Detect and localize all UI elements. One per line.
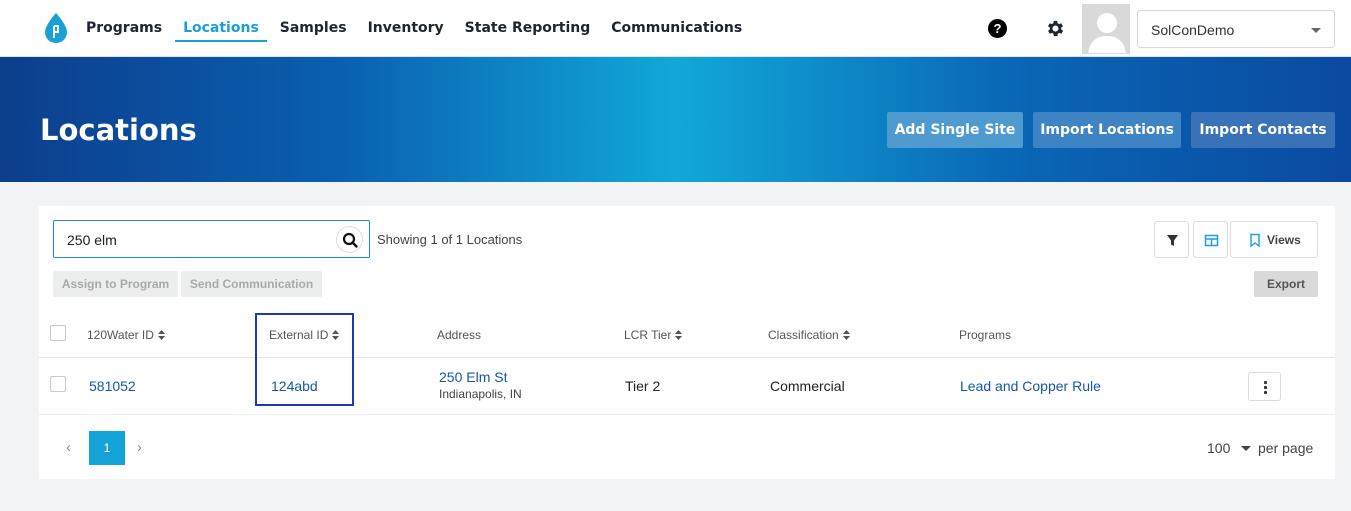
export-button[interactable]: Export	[1254, 271, 1318, 297]
program-link[interactable]: Lead and Copper Rule	[960, 378, 1101, 394]
page-title: Locations	[40, 113, 197, 147]
highlight-box	[255, 313, 354, 406]
nav-inventory[interactable]: Inventory	[368, 0, 444, 57]
select-all-checkbox[interactable]	[50, 325, 66, 341]
column-header-address: Address	[437, 328, 482, 342]
column-header-lcr-tier[interactable]: LCR Tier	[624, 328, 683, 342]
per-page-label: per page	[1258, 440, 1314, 456]
help-icon[interactable]: ?	[988, 19, 1007, 38]
gear-icon[interactable]	[1045, 18, 1066, 39]
send-communication-button[interactable]: Send Communication	[181, 271, 322, 297]
row-actions-button[interactable]	[1248, 372, 1281, 401]
search-input-value: 250 elm	[67, 232, 117, 248]
search-input[interactable]: 250 elm	[53, 220, 370, 258]
water-id-link[interactable]: 581052	[89, 378, 136, 394]
pagination-page[interactable]: 1	[89, 431, 125, 465]
address-city: Indianapolis, IN	[439, 387, 522, 401]
column-header-classification[interactable]: Classification	[768, 328, 850, 342]
import-contacts-button[interactable]: Import Contacts	[1191, 112, 1335, 148]
lcr-tier-value: Tier 2	[625, 378, 661, 394]
add-single-site-button[interactable]: Add Single Site	[887, 112, 1023, 148]
sort-icon	[675, 330, 683, 340]
main-nav: Programs Locations Samples Inventory Sta…	[86, 0, 763, 57]
address-link[interactable]: 250 Elm St	[439, 369, 507, 385]
more-vertical-icon	[1263, 380, 1268, 395]
row-checkbox[interactable]	[50, 376, 66, 392]
page-banner: Locations Add Single Site Import Locatio…	[0, 57, 1351, 182]
nav-samples[interactable]: Samples	[280, 0, 347, 57]
search-icon	[342, 232, 358, 248]
search-button[interactable]	[336, 226, 363, 253]
pagination-prev[interactable]: ‹	[66, 439, 71, 456]
locations-card: 250 elm Showing 1 of 1 Locations Views A…	[39, 206, 1335, 479]
account-dropdown-value: SolConDemo	[1151, 22, 1235, 38]
user-silhouette-icon	[1083, 5, 1129, 53]
avatar[interactable]	[1082, 4, 1130, 54]
nav-programs[interactable]: Programs	[86, 0, 162, 57]
pagination-next[interactable]: ›	[137, 439, 142, 456]
column-header-programs: Programs	[959, 328, 1012, 342]
nav-locations[interactable]: Locations	[175, 0, 267, 57]
sort-icon	[157, 330, 165, 340]
filter-button[interactable]	[1154, 221, 1189, 258]
views-button[interactable]: Views	[1230, 221, 1318, 258]
assign-to-program-button[interactable]: Assign to Program	[53, 271, 178, 297]
filter-icon	[1167, 235, 1178, 246]
chevron-down-icon[interactable]	[1241, 446, 1251, 451]
import-locations-button[interactable]: Import Locations	[1033, 112, 1181, 148]
column-header-120water-id[interactable]: 120Water ID	[87, 328, 165, 342]
row-divider	[39, 414, 1335, 415]
table-columns-icon	[1204, 234, 1219, 247]
sort-icon	[842, 330, 850, 340]
per-page-select[interactable]: 100	[1207, 440, 1230, 456]
chevron-down-icon	[1311, 28, 1321, 33]
header-divider	[39, 357, 1335, 358]
account-dropdown[interactable]: SolConDemo	[1137, 10, 1335, 48]
nav-communications[interactable]: Communications	[611, 0, 742, 57]
top-nav: Programs Locations Samples Inventory Sta…	[0, 0, 1351, 57]
nav-state-reporting[interactable]: State Reporting	[465, 0, 591, 57]
120water-logo-icon[interactable]	[42, 12, 70, 44]
views-label: Views	[1267, 233, 1301, 247]
results-count: Showing 1 of 1 Locations	[377, 232, 523, 247]
columns-button[interactable]	[1193, 221, 1228, 258]
classification-value: Commercial	[770, 378, 845, 394]
